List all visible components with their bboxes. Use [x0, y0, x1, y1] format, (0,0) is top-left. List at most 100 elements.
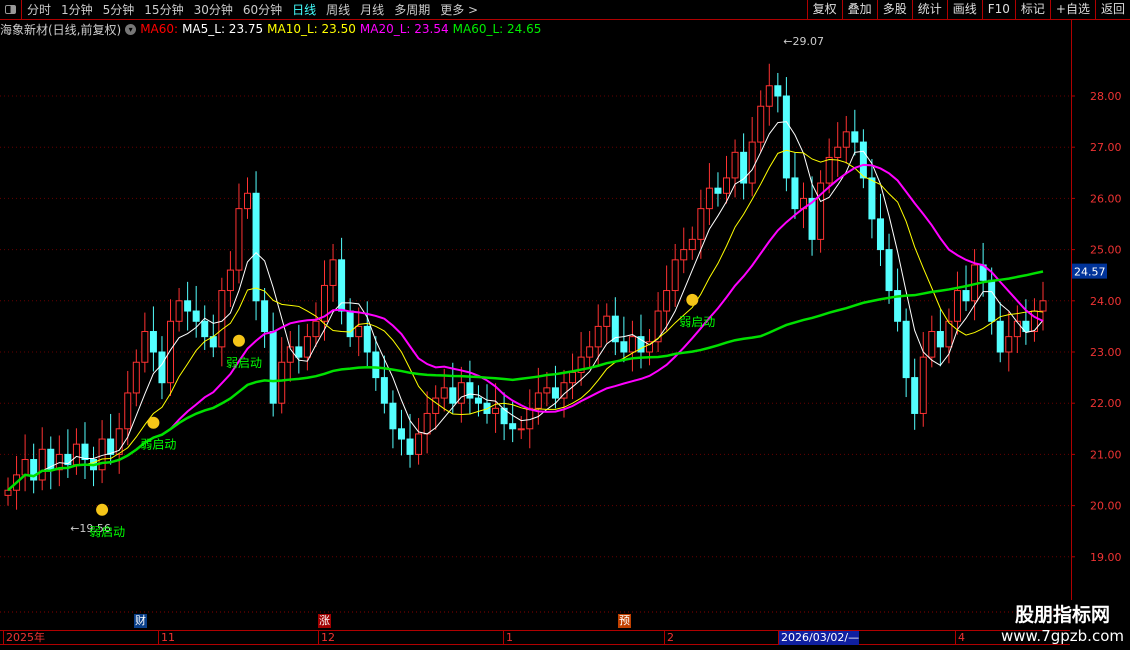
logo-title: 股朋指标网: [1014, 604, 1110, 626]
period-tab[interactable]: 5分钟: [98, 1, 140, 18]
candle-body: [201, 320, 209, 338]
y-tick-label: 28.00: [1090, 90, 1122, 103]
toolbar-button[interactable]: 统计: [911, 0, 947, 20]
y-tick-label: 19.00: [1090, 551, 1122, 564]
candle-body: [329, 259, 337, 286]
candle-body: [885, 249, 893, 292]
candle-body: [928, 331, 936, 358]
period-tab[interactable]: 60分钟: [238, 1, 287, 18]
candle-body: [372, 351, 380, 379]
candle-body: [235, 208, 243, 271]
candle-body: [72, 443, 80, 466]
candle-body: [415, 433, 423, 455]
toolbar-button[interactable]: 画线: [946, 0, 982, 20]
candle-body: [603, 315, 611, 327]
candle-body: [731, 151, 739, 179]
candle-body: [132, 361, 140, 394]
candle-body: [962, 290, 970, 302]
event-marker[interactable]: 涨: [318, 614, 331, 628]
candle-body: [765, 85, 773, 107]
time-tick: 12: [318, 631, 335, 645]
candle-body: [346, 310, 354, 338]
y-tick-label: 21.00: [1090, 448, 1122, 461]
candle-body: [671, 259, 679, 292]
candle-body: [868, 177, 876, 220]
event-marker[interactable]: 预: [618, 614, 631, 628]
candle-body: [620, 341, 628, 353]
candle-body: [953, 290, 961, 322]
period-tab[interactable]: 15分钟: [139, 1, 188, 18]
period-tab[interactable]: 分时: [22, 1, 56, 18]
candle-body: [158, 351, 166, 384]
candle-body: [902, 320, 910, 379]
current-price-label: 24.57: [1074, 266, 1106, 279]
candle-body: [594, 325, 602, 348]
y-tick-label: 27.00: [1090, 141, 1122, 154]
period-tab[interactable]: 1分钟: [56, 1, 98, 18]
toolbar-button[interactable]: +自选: [1049, 0, 1095, 20]
toolbar-button[interactable]: 叠加: [841, 0, 877, 20]
y-tick-label: 26.00: [1090, 192, 1122, 205]
toolbar-button[interactable]: 复权: [806, 0, 842, 20]
y-tick-label: 22.00: [1090, 397, 1122, 410]
candle-body: [149, 331, 157, 353]
candle-body: [1039, 300, 1047, 312]
candle-body: [825, 156, 833, 184]
weak-start-smiley-icon: [147, 416, 160, 429]
candle-body: [226, 269, 234, 292]
panel-toggle-button[interactable]: [0, 0, 22, 20]
candle-body: [1005, 336, 1013, 353]
candle-body: [175, 300, 183, 322]
candle-body: [996, 320, 1004, 353]
candle-body: [936, 331, 944, 348]
candle-body: [261, 300, 269, 333]
candle-body: [192, 310, 200, 322]
y-tick-label: 24.00: [1090, 295, 1122, 308]
signal-label: 弱启动: [679, 315, 715, 329]
toolbar-button[interactable]: 多股: [876, 0, 912, 20]
y-tick-label: 25.00: [1090, 244, 1122, 257]
candle-body: [474, 397, 482, 404]
toolbar-button[interactable]: F10: [981, 0, 1015, 20]
candle-body: [782, 95, 790, 179]
candle-body: [466, 382, 474, 399]
candle-body: [876, 218, 884, 251]
candle-body: [834, 146, 842, 158]
candle-body: [124, 392, 132, 430]
candle-body: [988, 279, 996, 322]
candle-body: [705, 187, 713, 210]
candle-body: [714, 187, 722, 194]
toolbar-button[interactable]: 返回: [1094, 0, 1130, 20]
candle-body: [81, 443, 89, 461]
candle-body: [1013, 320, 1021, 338]
candle-body: [757, 105, 765, 143]
candle-body: [184, 300, 192, 312]
period-toolbar: 分时 1分钟 5分钟 15分钟 30分钟 60分钟 日线 周线 月线 多周期 更多 > 复权 叠加 多股…: [0, 0, 1130, 20]
period-tab[interactable]: 周线: [321, 1, 355, 18]
candle-body: [774, 85, 782, 97]
high-price-label: ←29.07: [783, 35, 824, 48]
y-tick-label: 20.00: [1090, 500, 1122, 513]
y-tick-label: 23.00: [1090, 346, 1122, 359]
candle-body: [141, 331, 149, 363]
time-axis: 2025年 11 12 1 2 2026/03/02/— 4: [0, 630, 1070, 645]
signal-label: 弱启动: [89, 525, 125, 539]
candle-body: [748, 141, 756, 184]
time-tick: 2026/03/02/—: [778, 631, 860, 645]
signal-label: 弱启动: [226, 356, 262, 370]
period-tab[interactable]: 月线: [355, 1, 389, 18]
signal-label: 弱启动: [140, 438, 176, 452]
period-tab[interactable]: 更多 >: [435, 1, 483, 18]
candle-body: [509, 423, 517, 430]
event-marker[interactable]: 财: [134, 614, 147, 628]
period-tab[interactable]: 30分钟: [189, 1, 238, 18]
candle-body: [278, 361, 286, 404]
period-tab[interactable]: 日线: [287, 1, 321, 18]
candle-body: [423, 412, 431, 435]
toolbar-button[interactable]: 标记: [1014, 0, 1050, 20]
candle-body: [303, 336, 311, 358]
candlestick-chart[interactable]: 28.00 27.00 26.00 25.00 24.00 23.00 22.00 21.00…: [0, 20, 1130, 630]
candle-body: [244, 192, 252, 210]
period-tab[interactable]: 多周期: [389, 1, 435, 18]
candle-body: [21, 459, 29, 476]
